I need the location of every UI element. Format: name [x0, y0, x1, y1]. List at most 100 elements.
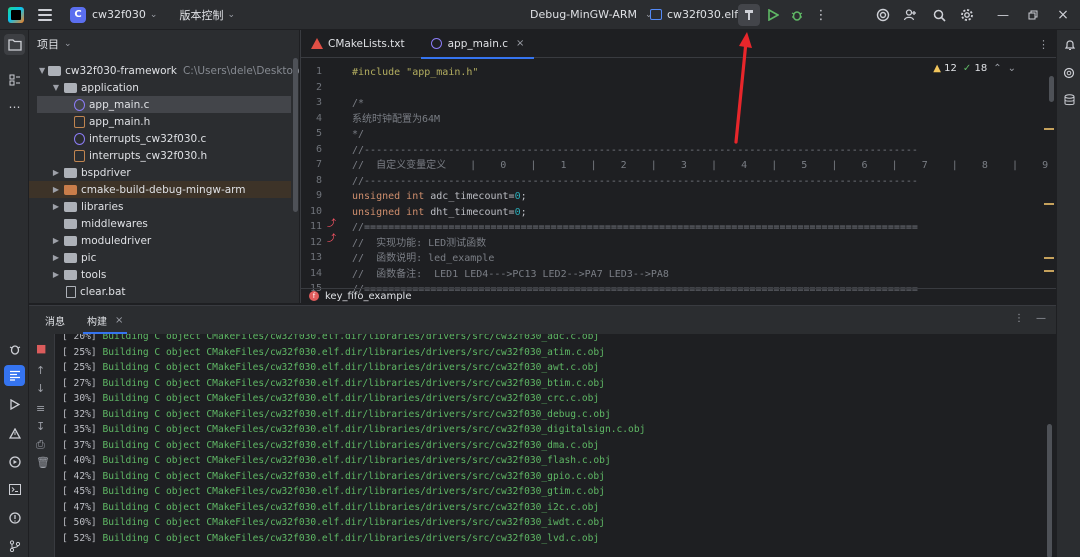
folder-icon: [64, 201, 77, 212]
build-output-line: [ 32%] Building C object CMakeFiles/cw32…: [62, 408, 611, 420]
var-marker-icon[interactable]: ⤴: [327, 216, 336, 229]
tree-folder-pic[interactable]: ▶ pic: [29, 249, 291, 266]
tree-folder-application[interactable]: ▼ application: [29, 79, 291, 96]
editor-scrollbar[interactable]: [1049, 76, 1054, 102]
build-output[interactable]: [ 20%] Building C object CMakeFiles/cw32…: [62, 334, 1047, 557]
search-icon[interactable]: [928, 4, 950, 26]
close-tab-icon[interactable]: ×: [115, 315, 123, 326]
line-number: 8: [315, 174, 322, 186]
up-arrow-icon[interactable]: ↑: [36, 364, 45, 377]
notifications-bell-icon[interactable]: [1059, 34, 1080, 55]
problems-icon[interactable]: [4, 423, 25, 444]
code-line: */: [352, 129, 365, 140]
panel-options-icon[interactable]: ⋮: [1014, 313, 1024, 324]
print-icon[interactable]: ⎙: [36, 438, 45, 452]
debug-bug-icon[interactable]: [786, 4, 808, 26]
restore-icon[interactable]: [1022, 4, 1044, 26]
editor-breadcrumb[interactable]: f key_fifo_example: [301, 288, 1056, 303]
editor-pane: CMakeLists.txt app_main.c × ⋮ 1234567891…: [300, 30, 1056, 303]
debug-tool-icon[interactable]: [4, 338, 25, 359]
target-selector[interactable]: cw32f030.elf ⌄: [650, 0, 750, 30]
main-menu-icon[interactable]: [38, 8, 52, 21]
info-icon[interactable]: [4, 507, 25, 528]
down-arrow-icon[interactable]: ↓: [36, 382, 45, 395]
settings-gear-icon[interactable]: [956, 4, 978, 26]
tree-folder-cmake-build[interactable]: ▶ cmake-build-debug-mingw-arm: [29, 181, 291, 198]
tree-label: clear.bat: [80, 285, 126, 298]
clear-trash-icon[interactable]: 🗑: [36, 456, 50, 469]
inspection-widget[interactable]: ▲ 12 ✓ 18 ⌃ ⌄: [933, 63, 1016, 74]
check-counter: ✓ 18: [963, 63, 987, 74]
tree-label: app_main.h: [89, 115, 151, 128]
line-number: 13: [309, 252, 322, 263]
line-number: 3: [315, 97, 322, 108]
c-file-icon: [430, 38, 442, 49]
build-output-icon[interactable]: [4, 365, 25, 386]
minimize-icon[interactable]: —: [992, 4, 1014, 26]
project-switcher[interactable]: cw32f030 ⌄: [92, 0, 157, 30]
project-folder-icon[interactable]: [4, 34, 25, 55]
close-tab-icon[interactable]: ×: [516, 38, 524, 49]
tree-folder-libraries[interactable]: ▶ libraries: [29, 198, 291, 215]
hide-panel-icon[interactable]: —: [1036, 313, 1046, 324]
database-icon[interactable]: [1059, 89, 1080, 110]
tree-file-app-main-c[interactable]: app_main.c: [37, 96, 291, 113]
tab-app-main-c[interactable]: app_main.c ×: [420, 30, 535, 59]
warning-counter: ▲ 12: [933, 63, 957, 74]
tree-file-app-main-h[interactable]: app_main.h: [29, 113, 291, 130]
tree-file-interrupts-h[interactable]: interrupts_cw32f030.h: [29, 147, 291, 164]
run-tool-icon[interactable]: [4, 394, 25, 415]
tab-messages[interactable]: 消息: [37, 306, 73, 334]
tree-file-clear-bat[interactable]: clear.bat: [29, 283, 291, 300]
tree-folder-moduledriver[interactable]: ▶ moduledriver: [29, 232, 291, 249]
build-hammer-icon[interactable]: [738, 4, 760, 26]
collapse-arrow-icon: ▶: [52, 168, 60, 177]
tree-label: tools: [81, 268, 107, 281]
code-line: // 实现功能: LED测试函数: [352, 237, 487, 249]
build-scrollbar[interactable]: [1047, 424, 1052, 557]
more-tools-icon[interactable]: ⋯: [4, 96, 25, 117]
tab-cmakelists[interactable]: CMakeLists.txt: [301, 30, 415, 58]
var-marker-icon[interactable]: ⤴: [327, 231, 336, 244]
line-number: 4: [315, 112, 322, 124]
c-file-icon: [74, 98, 85, 111]
run-icon[interactable]: [762, 4, 784, 26]
services-icon[interactable]: [4, 451, 25, 472]
project-panel-header[interactable]: 项目 ⌄: [29, 30, 299, 58]
vcs-menu[interactable]: 版本控制 ⌄: [179, 0, 235, 30]
terminal-icon[interactable]: [4, 479, 25, 500]
project-panel-title: 项目: [37, 38, 59, 51]
structure-icon[interactable]: [4, 69, 25, 90]
tab-build[interactable]: 构建 ×: [79, 306, 131, 334]
tab-label: CMakeLists.txt: [328, 37, 405, 50]
tree-file-interrupts-c[interactable]: interrupts_cw32f030.c: [29, 130, 291, 147]
project-name: cw32f030: [92, 8, 146, 21]
scroll-to-end-icon[interactable]: ↧: [36, 420, 45, 433]
folder-icon: [64, 269, 77, 280]
config-selector[interactable]: Debug-MinGW-ARM ⌄: [530, 0, 653, 30]
chevron-up-icon[interactable]: ⌃: [993, 63, 1001, 74]
code-area[interactable]: #include "app_main.h" /* 系统时钟配置为64M */ //---…: [352, 58, 1048, 295]
chevron-down-icon[interactable]: ⌄: [1008, 63, 1016, 74]
tree-folder-tools[interactable]: ▶ tools: [29, 266, 291, 283]
h-file-icon: [74, 149, 85, 162]
tree-folder-bspdriver[interactable]: ▶ bspdriver: [29, 164, 291, 181]
ai-chat-icon[interactable]: [1059, 62, 1080, 83]
build-output-line: [ 50%] Building C object CMakeFiles/cw32…: [62, 517, 605, 528]
tree-folder-middlewares[interactable]: middlewares: [29, 215, 291, 232]
chevron-down-icon: ⌄: [149, 9, 158, 20]
soft-wrap-icon[interactable]: ≡: [36, 402, 45, 415]
warning-count: 12: [944, 63, 957, 74]
add-user-icon[interactable]: [899, 4, 921, 26]
stop-icon[interactable]: ■: [36, 342, 46, 355]
tab-options-icon[interactable]: ⋮: [1038, 38, 1049, 51]
git-icon[interactable]: [4, 535, 25, 556]
line-number: 10: [309, 205, 322, 217]
project-badge[interactable]: C: [70, 6, 86, 23]
tree-root[interactable]: ▼ cw32f030-framework C:\Users\dele\Deskt…: [29, 62, 299, 79]
project-scrollbar[interactable]: [293, 58, 298, 212]
close-icon[interactable]: ×: [1052, 4, 1074, 26]
tree-label: cmake-build-debug-mingw-arm: [81, 183, 246, 196]
ai-assistant-icon[interactable]: [872, 4, 894, 26]
more-icon[interactable]: ⋮: [810, 4, 832, 26]
